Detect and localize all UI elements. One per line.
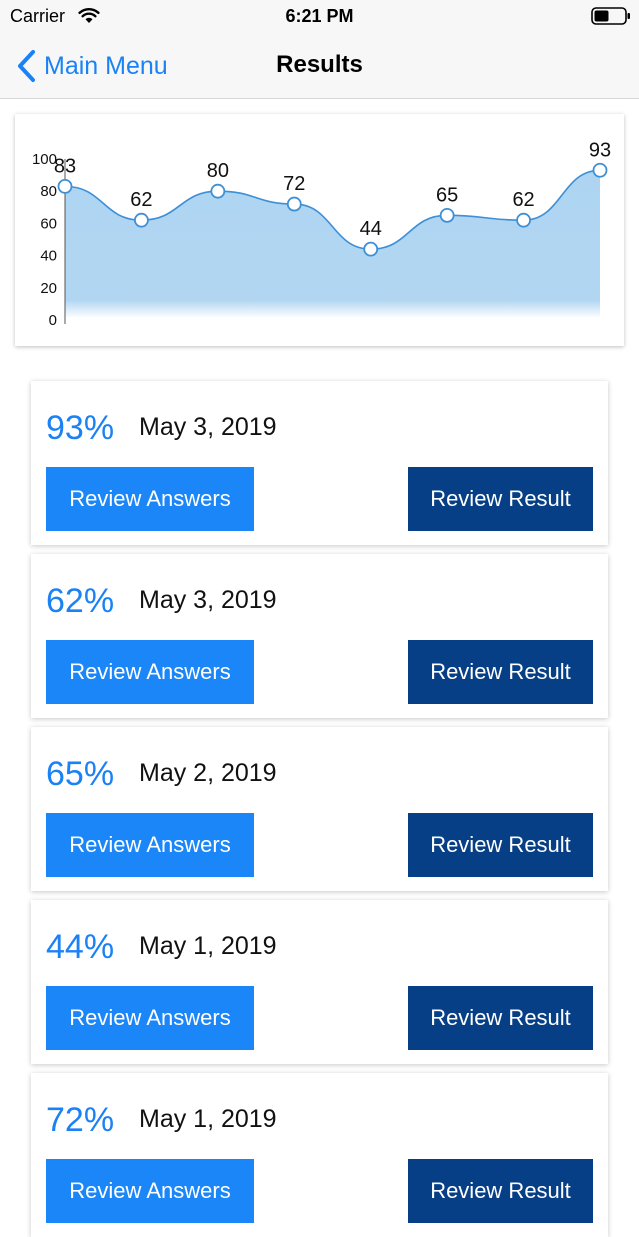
result-card: 44% May 1, 2019 Review Answers Review Re… xyxy=(31,900,608,1064)
chart-data-point xyxy=(592,162,608,178)
chart-y-tick-label: 0 xyxy=(49,312,57,329)
result-score: 72% xyxy=(46,1101,115,1139)
result-score: 93% xyxy=(46,409,115,447)
chart-data-point xyxy=(134,212,149,228)
review-result-button[interactable]: Review Result xyxy=(408,813,593,877)
chart-data-point xyxy=(516,212,531,228)
navigation-bar: Main Menu Results xyxy=(0,34,639,99)
result-date: May 2, 2019 xyxy=(139,759,277,787)
chart-y-tick-label: 60 xyxy=(40,215,57,232)
review-result-button[interactable]: Review Result xyxy=(408,986,593,1050)
chart-data-point xyxy=(57,178,73,194)
review-answers-button[interactable]: Review Answers xyxy=(46,1159,254,1223)
chart-data-point xyxy=(210,183,226,199)
chart-data-label: 62 xyxy=(130,189,152,211)
result-date: May 3, 2019 xyxy=(139,413,277,441)
chart-data-point xyxy=(286,196,302,212)
chart-data-point xyxy=(363,241,379,257)
review-answers-button[interactable]: Review Answers xyxy=(46,640,254,704)
chart-data-label: 62 xyxy=(512,189,534,211)
result-card: 93% May 3, 2019 Review Answers Review Re… xyxy=(31,381,608,545)
review-answers-button[interactable]: Review Answers xyxy=(46,986,254,1050)
review-answers-button[interactable]: Review Answers xyxy=(46,813,254,877)
review-result-button[interactable]: Review Result xyxy=(408,1159,593,1223)
chart-y-tick-label: 80 xyxy=(40,183,57,200)
page-title: Results xyxy=(276,51,363,78)
battery-icon xyxy=(591,7,630,25)
chart-data-point xyxy=(439,207,455,223)
review-answers-button[interactable]: Review Answers xyxy=(46,467,254,531)
results-chart: 020406080100836280724465 6293 xyxy=(32,139,611,329)
chart-data-label: 65 xyxy=(436,184,458,206)
result-date: May 1, 2019 xyxy=(139,1105,277,1133)
result-date: May 3, 2019 xyxy=(139,586,277,614)
review-result-button[interactable]: Review Result xyxy=(408,640,593,704)
chart-data-label: 93 xyxy=(589,139,611,161)
chart-data-label: 44 xyxy=(360,218,382,240)
review-result-button[interactable]: Review Result xyxy=(408,467,593,531)
result-score: 44% xyxy=(46,928,115,966)
status-time: 6:21 PM xyxy=(285,6,354,26)
result-card: 65% May 2, 2019 Review Answers Review Re… xyxy=(31,727,608,891)
result-score: 65% xyxy=(46,755,115,793)
result-card: 62% May 3, 2019 Review Answers Review Re… xyxy=(31,554,608,718)
chart-data-label: 80 xyxy=(207,160,229,182)
result-score: 62% xyxy=(46,582,115,620)
result-card: 72% May 1, 2019 Review Answers Review Re… xyxy=(31,1073,608,1237)
result-date: May 1, 2019 xyxy=(139,932,277,960)
results-chart-card: 0 20 40 60 80 100 83 62 80 72 44 65 62 93 xyxy=(15,114,624,346)
chart-y-tick-label: 40 xyxy=(40,248,57,265)
chart-data-label: 83 xyxy=(54,155,76,177)
chart-data-label: 72 xyxy=(283,173,305,195)
chart-y-tick-label: 20 xyxy=(40,280,57,297)
status-bar: Carrier 6:21 PM xyxy=(0,0,639,34)
